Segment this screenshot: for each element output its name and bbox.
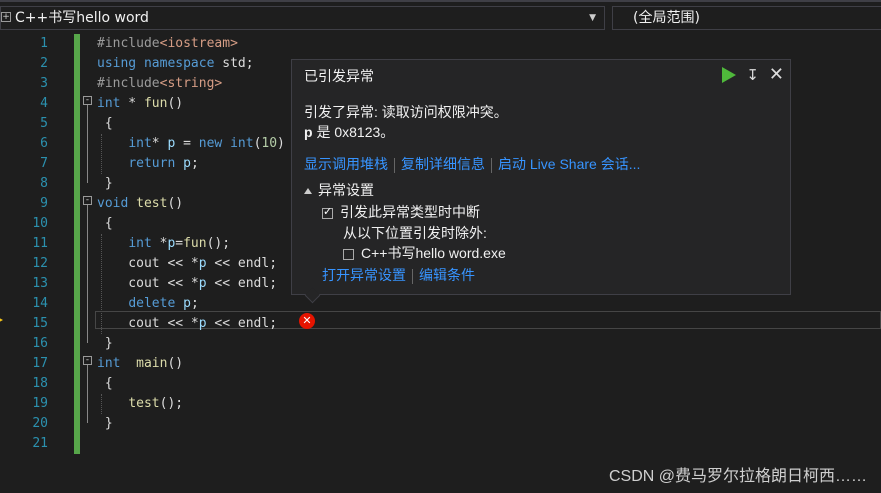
open-exception-settings-link[interactable]: 打开异常设置 <box>322 267 406 283</box>
line-number: 8 <box>40 176 48 191</box>
live-share-link[interactable]: 启动 Live Share 会话... <box>498 156 640 172</box>
code-text: } <box>97 176 113 191</box>
line-number: 9 <box>40 196 48 211</box>
link-separator <box>394 157 395 173</box>
line-number: 16 <box>32 336 48 351</box>
expand-icon[interactable]: + <box>1 12 11 22</box>
code-text: test(); <box>128 396 184 411</box>
collapse-triangle-icon[interactable] <box>304 188 312 195</box>
link-separator <box>412 268 413 284</box>
continue-icon[interactable] <box>722 66 737 83</box>
code-text: using namespace std; <box>97 56 254 71</box>
line-number: 4 <box>40 96 48 111</box>
exception-settings-label: 异常设置 <box>318 182 374 198</box>
code-line: 19 test(); <box>0 394 881 414</box>
code-text: void test() <box>97 196 184 211</box>
line-number: 2 <box>40 56 48 71</box>
code-text: #include<iostream> <box>97 36 238 51</box>
line-number: 1 <box>40 36 48 51</box>
line-number: 13 <box>32 276 48 291</box>
code-line: 14 delete p; <box>0 294 881 314</box>
copy-details-link[interactable]: 复制详细信息 <box>401 156 485 172</box>
close-icon[interactable]: ✕ <box>769 64 784 85</box>
code-text: int * fun() <box>97 96 184 111</box>
scope-dropdown[interactable]: (全局范围) <box>612 6 881 30</box>
code-text: delete p; <box>128 296 199 311</box>
break-checkbox[interactable] <box>322 205 333 219</box>
line-number: 19 <box>32 396 48 411</box>
exception-settings-header[interactable]: 异常设置 <box>304 180 374 200</box>
code-text: } <box>97 416 113 431</box>
line-number: 10 <box>32 216 48 231</box>
code-text: return p; <box>128 156 199 171</box>
code-text: cout << *p << endl; <box>97 276 278 291</box>
code-line: 16 } <box>0 334 881 354</box>
line-number: 12 <box>32 256 48 271</box>
code-line: 18 { <box>0 374 881 394</box>
code-text: int *p=fun(); <box>128 236 231 251</box>
break-on-exception-option[interactable]: 引发此异常类型时中断 <box>322 202 480 222</box>
code-text: cout << *p << endl; <box>97 316 278 331</box>
edit-conditions-link[interactable]: 编辑条件 <box>419 267 475 283</box>
chevron-down-icon: ▼ <box>589 13 596 23</box>
code-text: #include<string> <box>97 76 223 91</box>
exception-value: p 是 0x8123。 <box>304 122 394 142</box>
link-separator <box>491 157 492 173</box>
exe-label: C++书写hello word.exe <box>361 245 506 261</box>
line-number: 6 <box>40 136 48 151</box>
break-label: 引发此异常类型时中断 <box>340 204 480 220</box>
code-text: } <box>97 336 113 351</box>
code-line: 21 <box>0 434 881 454</box>
exe-exclusion-option[interactable]: C++书写hello word.exe <box>343 243 506 263</box>
line-number: 20 <box>32 416 48 431</box>
exception-value-text: 是 0x8123。 <box>312 124 395 140</box>
line-number: 7 <box>40 156 48 171</box>
line-number: 15 <box>32 316 48 331</box>
code-text: { <box>97 376 113 391</box>
exception-links: 显示调用堆栈 复制详细信息 启动 Live Share 会话... <box>304 154 640 174</box>
line-number: 18 <box>32 376 48 391</box>
exception-title: 已引发异常 <box>304 68 374 84</box>
project-dropdown[interactable]: + C++书写hello word ▼ <box>0 6 605 30</box>
code-text: int* p = new int(10) <box>128 136 285 151</box>
code-text: cout << *p << endl; <box>97 256 278 271</box>
line-number: 11 <box>32 236 48 251</box>
code-line-current: 15 cout << *p << endl; <box>0 314 881 334</box>
code-text: int main() <box>97 356 184 371</box>
show-call-stack-link[interactable]: 显示调用堆栈 <box>304 156 388 172</box>
settings-links: 打开异常设置 编辑条件 <box>322 265 475 285</box>
line-number: 21 <box>32 436 48 451</box>
code-text: { <box>97 216 113 231</box>
line-number: 3 <box>40 76 48 91</box>
code-text: { <box>97 116 113 131</box>
pin-icon[interactable]: ↧ <box>746 66 759 84</box>
watermark: CSDN @费马罗尔拉格朗日柯西…… <box>608 468 867 485</box>
code-line: 1 #include<iostream> <box>0 34 881 54</box>
exception-helper-popup: 已引发异常 ↧ ✕ 引发了异常: 读取访问权限冲突。 p 是 0x8123。 显… <box>291 59 791 295</box>
except-when-label: 从以下位置引发时除外: <box>343 225 487 241</box>
project-name: C++书写hello word <box>15 10 149 26</box>
exception-message: 引发了异常: 读取访问权限冲突。 <box>304 104 508 120</box>
code-line: 20 } <box>0 414 881 434</box>
exe-checkbox[interactable] <box>343 248 354 260</box>
exception-variable: p <box>304 124 313 140</box>
error-icon[interactable]: ✕ <box>299 313 315 329</box>
line-number: 14 <box>32 296 48 311</box>
code-line: 17 int main() <box>0 354 881 374</box>
line-number: 5 <box>40 116 48 131</box>
navigation-bar: + C++书写hello word ▼ (全局范围) <box>0 0 881 34</box>
line-number: 17 <box>32 356 48 371</box>
